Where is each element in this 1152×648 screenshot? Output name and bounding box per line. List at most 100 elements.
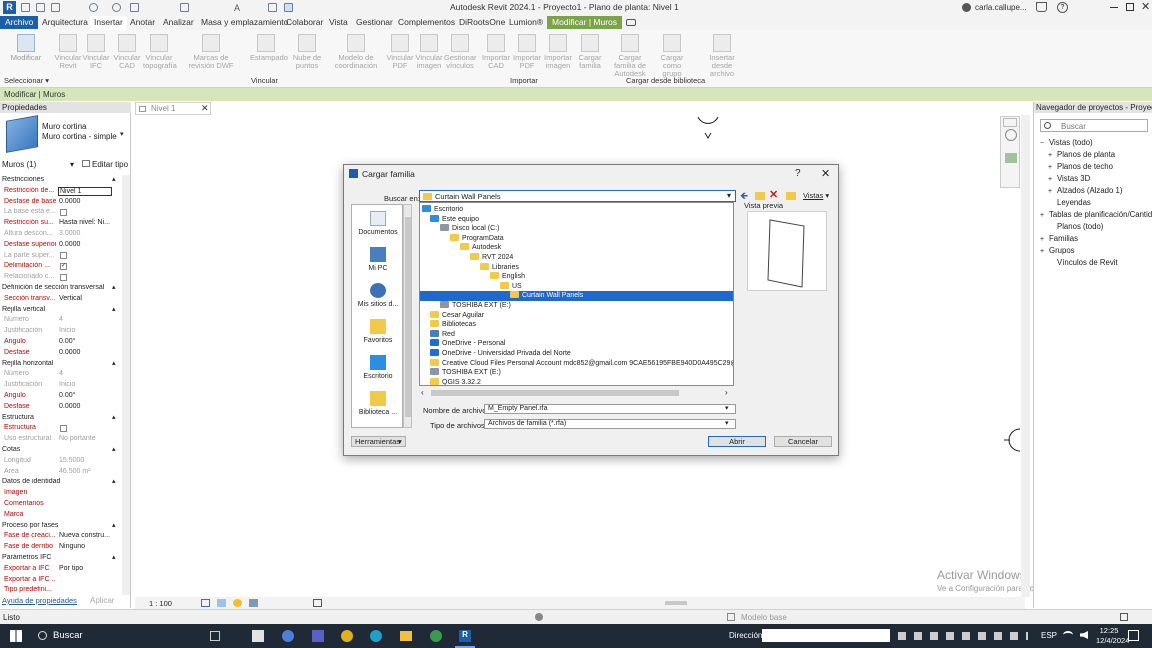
browser-item[interactable]: +Tablas de planificación/Cantidades — [1040, 210, 1152, 219]
property-checkbox[interactable]: ✓ — [60, 262, 67, 270]
vincular-pdf-button[interactable]: Vincular PDF — [384, 34, 416, 70]
properties-help-link[interactable]: Ayuda de propiedades — [2, 596, 77, 605]
property-row[interactable]: Sección transv... Vertical — [0, 294, 122, 305]
zoom-region-icon[interactable] — [1005, 153, 1017, 163]
revit-taskbar-icon[interactable]: R — [459, 630, 471, 642]
measure-icon[interactable] — [180, 3, 189, 12]
app-icon-2[interactable] — [282, 630, 294, 642]
help-icon[interactable]: ? — [1057, 2, 1068, 13]
apply-button[interactable]: Aplicar — [90, 596, 114, 605]
user-name[interactable]: carla.callupe... — [975, 3, 1027, 12]
property-row[interactable]: Tipo predefini... — [0, 585, 122, 596]
place-mi-pc[interactable]: Mi PC — [352, 247, 404, 272]
property-checkbox[interactable] — [60, 252, 67, 260]
expand-icon[interactable]: + — [1048, 152, 1057, 159]
insertar-archivo-button[interactable]: Insertar desde archivo — [700, 34, 744, 78]
place-mis-sitios[interactable]: Mis sitios d... — [352, 283, 404, 308]
tab-lumion[interactable]: Lumion® — [509, 17, 543, 27]
property-row[interactable]: Número 4 — [0, 369, 122, 380]
expand-icon[interactable]: + — [1040, 212, 1049, 219]
revit-logo[interactable]: R — [3, 1, 16, 14]
property-row[interactable]: Exportar a IFC ... — [0, 575, 122, 586]
cancel-button[interactable]: Cancelar — [774, 436, 832, 447]
collapse-icon[interactable]: ▴ — [112, 477, 116, 485]
property-row[interactable]: Desfase de base 0.0000 — [0, 197, 122, 208]
property-row[interactable]: Fase de derribo Ninguno — [0, 542, 122, 553]
cargar-grupo-button[interactable]: Cargar como grupo — [656, 34, 688, 78]
chrome-icon-2[interactable] — [430, 630, 442, 642]
tab-modificar-muros[interactable]: Modificar | Muros — [547, 16, 623, 29]
teams-icon[interactable] — [312, 630, 324, 642]
property-row[interactable]: Justificación Inicio — [0, 326, 122, 337]
detail-level-icon[interactable] — [201, 599, 210, 607]
volume-icon[interactable] — [1080, 631, 1088, 639]
windows-start-icon[interactable] — [10, 630, 22, 642]
folder-tree-item[interactable]: Cesar Aguilar — [430, 310, 484, 321]
filename-input[interactable]: M_Empty Panel.rfa ▾ — [484, 404, 736, 414]
browser-item[interactable]: + Alzados (Alzado 1) — [1048, 186, 1122, 195]
nube-puntos-button[interactable]: Nube de puntos — [291, 34, 323, 70]
property-row[interactable]: Área 46.500 m² — [0, 467, 122, 478]
places-scrollbar-thumb[interactable] — [405, 217, 411, 417]
folder-tree-item[interactable]: Red — [430, 329, 455, 340]
close-tab-icon[interactable]: ✕ — [201, 103, 209, 114]
folder-tree-item[interactable]: Escritorio — [422, 205, 463, 215]
properties-scrollbar[interactable] — [122, 175, 130, 595]
expand-icon[interactable]: − — [1040, 140, 1049, 147]
horizontal-scrollbar-thumb[interactable] — [665, 601, 687, 605]
design-options-icon[interactable] — [727, 613, 735, 621]
property-row[interactable]: Restricción su... Hasta nivel: Ni... — [0, 218, 122, 229]
property-row[interactable]: La base está e... — [0, 207, 122, 218]
type-selector[interactable]: Muro cortina Muro cortina - simple ▾ — [42, 122, 128, 150]
tab-anotar[interactable]: Anotar — [130, 17, 155, 27]
folder-tree-item[interactable]: QGIS 3.32.2 — [430, 377, 481, 385]
vincular-topografia-button[interactable]: Vincular topografía — [143, 34, 177, 70]
app-icon-1[interactable] — [252, 630, 264, 642]
tab-masa[interactable]: Masa y emplazamiento — [201, 17, 288, 27]
visual-style-icon[interactable] — [217, 599, 226, 607]
tab-options-icon[interactable] — [626, 19, 636, 26]
sync-icon[interactable] — [51, 3, 60, 12]
folder-tree-item[interactable]: US — [500, 281, 522, 292]
property-row[interactable]: Ángulo 0.00° — [0, 337, 122, 348]
view-scale[interactable]: 1 : 100 — [149, 599, 172, 608]
dialog-help-button[interactable]: ? — [795, 168, 801, 179]
edge-icon[interactable] — [370, 630, 382, 642]
chrome-icon[interactable] — [341, 630, 353, 642]
canvas-vertical-scrollbar[interactable] — [1021, 115, 1030, 597]
property-row[interactable]: Desfase 0.0000 — [0, 348, 122, 359]
expand-icon[interactable]: + — [1048, 164, 1057, 171]
sun-path-icon[interactable] — [233, 599, 242, 607]
address-field[interactable] — [762, 629, 890, 642]
minimize-button[interactable] — [1110, 7, 1118, 8]
collapse-icon[interactable]: ▴ — [112, 445, 116, 453]
vincular-cad-button[interactable]: Vincular CAD — [111, 34, 143, 70]
user-icon[interactable] — [962, 3, 971, 12]
tab-arquitectura[interactable]: Arquitectura — [42, 17, 88, 27]
redo-icon[interactable] — [112, 3, 121, 12]
collapse-icon[interactable]: ▴ — [112, 283, 116, 291]
wifi-icon[interactable] — [1063, 631, 1073, 639]
collapse-icon[interactable]: ▴ — [112, 175, 116, 183]
collapse-icon[interactable]: ▴ — [112, 413, 116, 421]
property-row[interactable]: Fase de creaci... Nueva constru... — [0, 531, 122, 542]
folder-tree-item[interactable]: Curtain Wall Panels — [420, 291, 733, 301]
scroll-right-icon[interactable]: › — [725, 388, 728, 397]
tab-colaborar[interactable]: Colaborar — [286, 17, 323, 27]
folder-tree-item[interactable]: Creative Cloud Files Personal Account md… — [430, 358, 733, 369]
folder-tree-item[interactable]: Este equipo — [430, 214, 479, 225]
tab-insertar[interactable]: Insertar — [90, 16, 127, 30]
expand-icon[interactable]: + — [1048, 176, 1057, 183]
tab-vista[interactable]: Vista — [329, 17, 348, 27]
property-checkbox[interactable] — [60, 424, 67, 432]
browser-item[interactable]: + Planos de planta — [1048, 150, 1115, 159]
gestionar-vinculos-button[interactable]: Gestionar vínculos — [444, 34, 477, 70]
property-section[interactable]: Rejilla vertical ▴ — [0, 305, 122, 316]
estampado-button[interactable]: Estampado — [250, 34, 288, 62]
property-row[interactable]: Comentarios — [0, 499, 122, 510]
browser-item[interactable]: Leyendas — [1048, 198, 1091, 207]
property-section[interactable]: Estructura ▴ — [0, 413, 122, 424]
clock[interactable]: 12:25 12/4/2024 — [1096, 626, 1129, 646]
viewcube-icon[interactable] — [1003, 118, 1017, 127]
tree-horizontal-scrollbar[interactable]: ‹ › — [419, 388, 734, 398]
